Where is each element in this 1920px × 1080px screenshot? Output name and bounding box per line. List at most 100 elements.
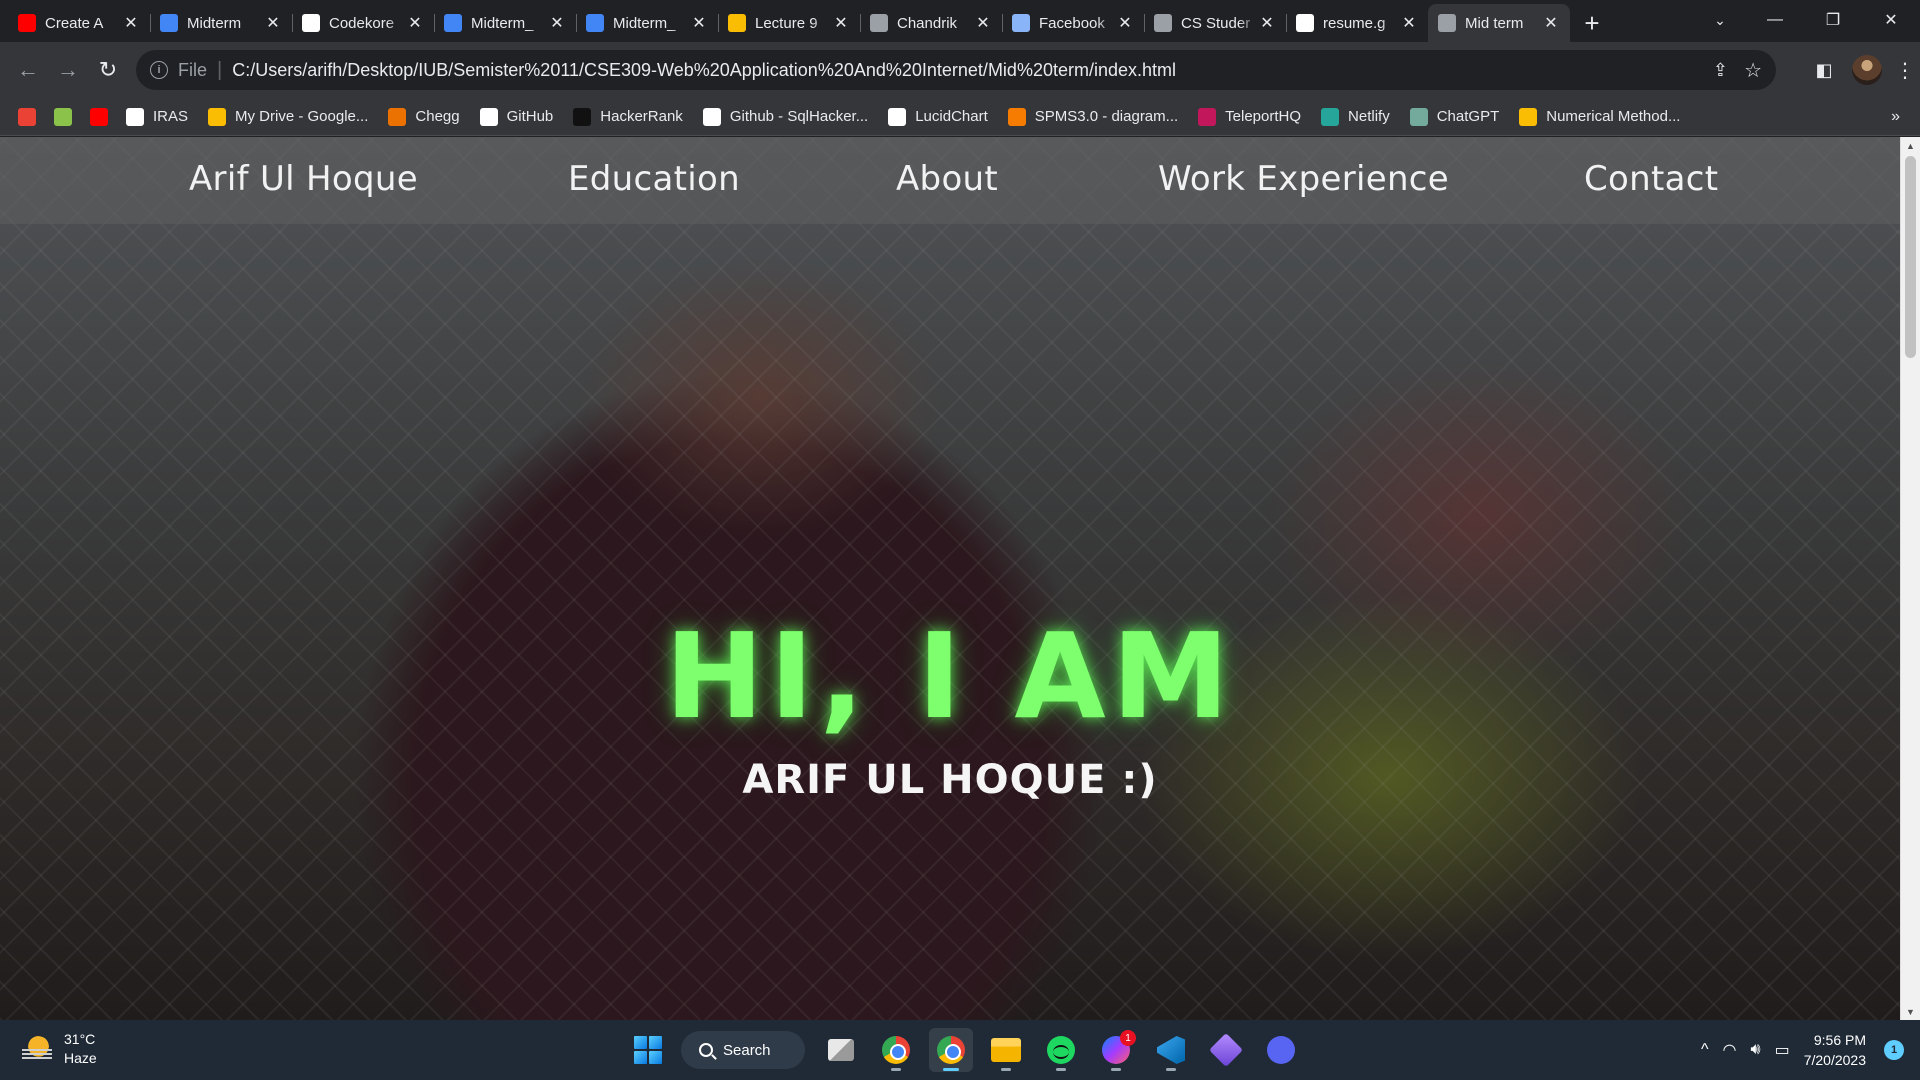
hero-background-photo [0, 137, 1920, 1020]
chrome-app-2[interactable] [929, 1028, 973, 1072]
browser-tab[interactable]: Midterm_ ✕ [576, 4, 718, 42]
taskbar-clock[interactable]: 9:56 PM 7/20/2023 [1804, 1030, 1866, 1070]
tab-title: resume.g [1323, 14, 1386, 32]
share-icon[interactable]: ⇪ [1713, 60, 1728, 81]
browser-tab[interactable]: Create A ✕ [8, 4, 150, 42]
close-tab-icon[interactable]: ✕ [1400, 13, 1418, 33]
tab-search-chevron-icon[interactable]: ⌄ [1706, 6, 1734, 34]
notification-badge[interactable]: 1 [1884, 1040, 1904, 1060]
bookmark-item[interactable]: LucidChart [888, 107, 988, 126]
drive-icon [208, 107, 227, 126]
nav-brand-link[interactable]: Arif Ul Hoque [189, 159, 418, 199]
bookmark-item[interactable]: HackerRank [573, 107, 683, 126]
bookmark-item[interactable] [18, 107, 36, 126]
start-button[interactable] [626, 1028, 670, 1072]
address-bar[interactable]: i File | C:/Users/arifh/Desktop/IUB/Semi… [136, 50, 1776, 90]
url-text[interactable]: C:/Users/arifh/Desktop/IUB/Semister%2011… [232, 60, 1176, 81]
bookmark-star-icon[interactable]: ☆ [1744, 58, 1762, 83]
scroll-up-arrow-icon[interactable]: ▲ [1901, 137, 1920, 154]
side-panel-icon[interactable]: ◧ [1804, 60, 1844, 81]
tray-overflow-chevron-icon[interactable]: ^ [1701, 1041, 1709, 1059]
close-tab-icon[interactable]: ✕ [1542, 13, 1560, 33]
nav-about-link[interactable]: About [896, 159, 998, 199]
bookmark-item[interactable]: TeleportHQ [1198, 107, 1301, 126]
scrollbar-thumb[interactable] [1905, 156, 1916, 358]
weather-condition: Haze [64, 1050, 97, 1066]
browser-tab[interactable]: CS Studer ✕ [1144, 4, 1286, 42]
close-window-button[interactable]: ✕ [1862, 0, 1920, 40]
task-view-button[interactable] [819, 1028, 863, 1072]
bookmarks-overflow-button[interactable]: » [1891, 108, 1900, 126]
browser-tab[interactable]: Midterm ✕ [150, 4, 292, 42]
file-explorer-app[interactable] [984, 1028, 1028, 1072]
bookmark-label: GitHub [506, 108, 554, 125]
forward-button[interactable]: → [48, 50, 88, 90]
close-tab-icon[interactable]: ✕ [548, 13, 566, 33]
bookmark-item[interactable] [54, 107, 72, 126]
netlify-icon [1321, 107, 1340, 126]
battery-icon[interactable]: ▭ [1775, 1040, 1790, 1060]
reload-button[interactable]: ↻ [88, 50, 128, 90]
bookmark-item[interactable]: SPMS3.0 - diagram... [1007, 107, 1178, 126]
iras-icon [126, 107, 144, 126]
close-tab-icon[interactable]: ✕ [264, 13, 282, 33]
taskbar-search[interactable]: Search [681, 1031, 805, 1069]
bookmark-item[interactable]: IRAS [126, 107, 188, 126]
browser-tab[interactable]: Chandrik ✕ [860, 4, 1002, 42]
close-tab-icon[interactable]: ✕ [690, 13, 708, 33]
scroll-down-arrow-icon[interactable]: ▼ [1901, 1003, 1920, 1020]
bookmark-item[interactable]: Github - SqlHacker... [702, 107, 868, 126]
close-tab-icon[interactable]: ✕ [406, 13, 424, 33]
chrome-icon [882, 1036, 910, 1064]
wifi-icon[interactable]: ◠ [1723, 1040, 1737, 1060]
new-tab-button[interactable]: + [1570, 4, 1614, 42]
close-tab-icon[interactable]: ✕ [832, 13, 850, 33]
clock-time: 9:56 PM [1813, 1032, 1866, 1048]
bookmark-item[interactable]: Netlify [1321, 107, 1390, 126]
close-tab-icon[interactable]: ✕ [974, 13, 992, 33]
site-info-icon[interactable]: i [150, 61, 168, 79]
back-button[interactable]: ← [8, 50, 48, 90]
github-icon [302, 14, 320, 32]
nav-work-experience-link[interactable]: Work Experience [1158, 159, 1449, 199]
profile-avatar[interactable] [1852, 55, 1882, 85]
bookmark-item[interactable] [90, 107, 108, 126]
close-tab-icon[interactable]: ✕ [1258, 13, 1276, 33]
bookmark-item[interactable]: ChatGPT [1409, 107, 1500, 126]
bookmark-item[interactable]: GitHub [479, 107, 554, 126]
browser-tab[interactable]: Codekore ✕ [292, 4, 434, 42]
page-scrollbar[interactable]: ▲ ▼ [1900, 137, 1920, 1020]
restore-button[interactable]: ❐ [1804, 0, 1862, 40]
close-tab-icon[interactable]: ✕ [122, 13, 140, 33]
toolbar-right: ◧ ⋮ [1804, 50, 1920, 90]
messenger-app[interactable]: 1 [1094, 1028, 1138, 1072]
close-tab-icon[interactable]: ✕ [1116, 13, 1134, 33]
slides-icon [728, 14, 746, 32]
bookmark-item[interactable]: Numerical Method... [1519, 107, 1680, 126]
browser-tab[interactable]: Lecture 9 ✕ [718, 4, 860, 42]
bookmark-item[interactable]: My Drive - Google... [208, 107, 368, 126]
discord-app[interactable] [1259, 1028, 1303, 1072]
visual-studio-app[interactable] [1204, 1028, 1248, 1072]
bookmark-item[interactable]: Chegg [388, 107, 460, 126]
nav-education-link[interactable]: Education [568, 159, 740, 199]
bookmark-label: ChatGPT [1436, 108, 1500, 125]
docs-icon [586, 14, 604, 32]
messenger-badge: 1 [1120, 1030, 1136, 1046]
browser-tab[interactable]: Midterm_ ✕ [434, 4, 576, 42]
minimize-button[interactable]: — [1746, 0, 1804, 40]
menu-kebab-icon[interactable]: ⋮ [1890, 58, 1920, 83]
bookmarks-bar: IRAS My Drive - Google... Chegg GitHub Hacke… [0, 98, 1920, 136]
browser-tab[interactable]: Facebook ✕ [1002, 4, 1144, 42]
browser-tab[interactable]: resume.g ✕ [1286, 4, 1428, 42]
bookmark-label: LucidChart [915, 108, 988, 125]
weather-widget[interactable]: 31°C Haze [22, 1030, 97, 1068]
browser-tab[interactable]: Mid term ✕ [1428, 4, 1570, 42]
chrome-app-1[interactable] [874, 1028, 918, 1072]
volume-icon[interactable]: 🔊︎ [1750, 1041, 1760, 1059]
nav-contact-link[interactable]: Contact [1584, 159, 1718, 199]
vscode-app[interactable] [1149, 1028, 1193, 1072]
spotify-app[interactable] [1039, 1028, 1083, 1072]
search-icon [699, 1043, 713, 1057]
flag-icon [1012, 14, 1030, 32]
